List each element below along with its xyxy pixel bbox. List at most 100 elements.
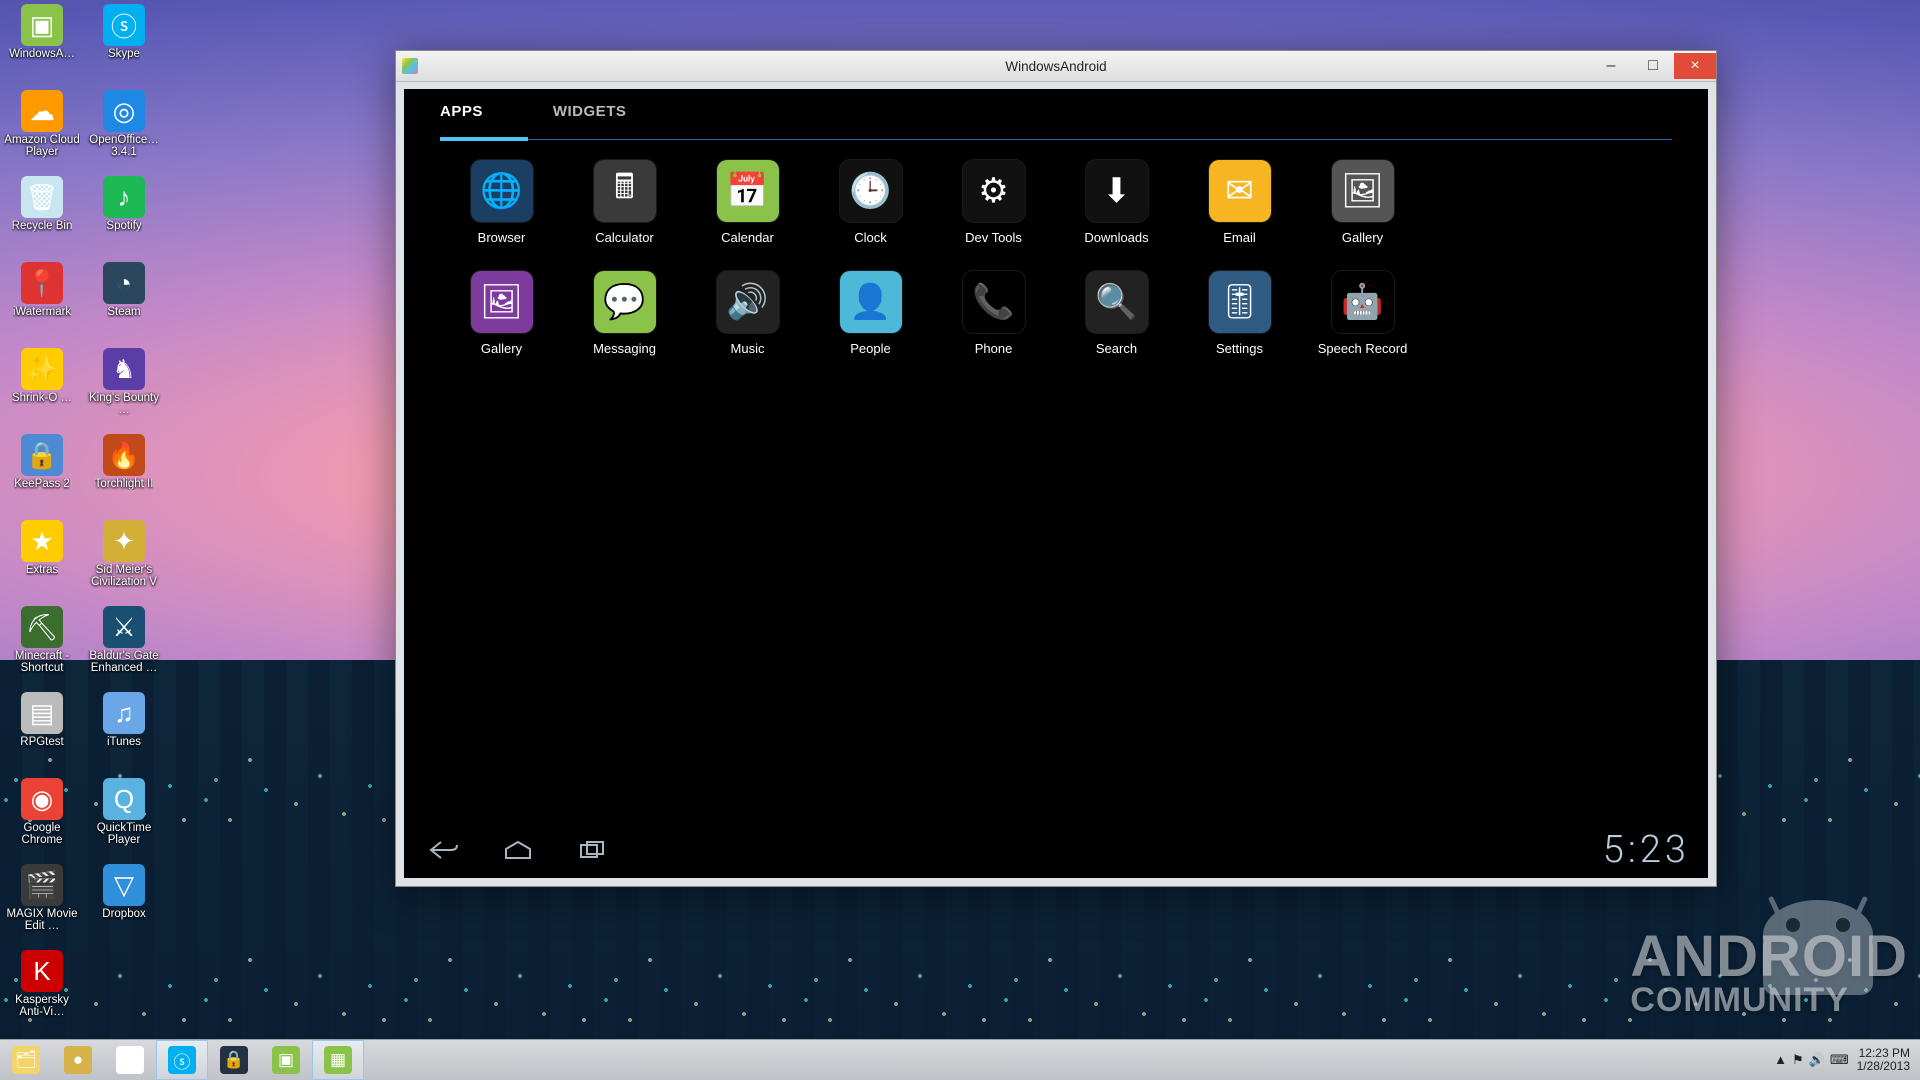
messaging-icon: 💬 <box>594 271 656 333</box>
desktop-itunes-icon[interactable]: ♫iTunes <box>86 692 162 774</box>
desktop-keepass-icon[interactable]: 🔒 KeePass 2 <box>4 434 80 516</box>
app-calendar[interactable]: 📅Calendar <box>686 160 809 245</box>
app-gallery[interactable]: 🖼Gallery <box>1301 160 1424 245</box>
desktop-amazon-cloud-icon[interactable]: ☁Amazon Cloud Player <box>4 90 80 172</box>
desktop-iwatermark-icon[interactable]: 📍iWatermark <box>4 262 80 344</box>
desktop-icon-label: Amazon Cloud Player <box>4 134 80 158</box>
desktop-steam-icon[interactable]: ◔ Steam <box>86 262 162 344</box>
app-devtools[interactable]: ⚙Dev Tools <box>932 160 1055 245</box>
tab-widgets[interactable]: WIDGETS <box>553 103 627 130</box>
desktop-icon-label: Shrink-O … <box>12 392 72 404</box>
desktop-skype-icon[interactable]: ⓢSkype <box>86 4 162 86</box>
steam-icon: ◔ <box>103 262 145 304</box>
desktop-rpgtest-icon[interactable]: ▤RPGtest <box>4 692 80 774</box>
recents-button[interactable] <box>570 832 614 868</box>
people-icon: 👤 <box>840 271 902 333</box>
skype-icon: ⓢ <box>103 4 145 46</box>
desktop-spotify-icon[interactable]: ♪Spotify <box>86 176 162 258</box>
app-music[interactable]: 🔊 Music <box>686 271 809 356</box>
taskbar-buttons: 🗂● ◉ ⓢ🔒▣▦ <box>0 1040 364 1080</box>
desktop-icon-label: Sid Meier's Civilization V <box>86 564 162 588</box>
speech-icon: 🤖 <box>1332 271 1394 333</box>
desktop-kings-bounty-icon[interactable]: ♞King's Bounty … <box>86 348 162 430</box>
desktop-shrinko-icon[interactable]: ✨Shrink-O … <box>4 348 80 430</box>
kaspersky-icon: K <box>21 950 63 992</box>
app-settings[interactable]: 🎚Settings <box>1178 271 1301 356</box>
taskbar[interactable]: 🗂● ◉ ⓢ🔒▣▦ ▲ ⚑ 🔊 ⌨ 12:23 PM 1/28/2013 <box>0 1039 1920 1080</box>
windowsandroid-icon: ▣ <box>21 4 63 46</box>
app-label: Phone <box>975 341 1013 356</box>
desktop-openoffice-icon[interactable]: ◎OpenOffice… 3.4.1 <box>86 90 162 172</box>
browser-icon: 🌐 <box>471 160 533 222</box>
app-speech[interactable]: 🤖Speech Record <box>1301 271 1424 356</box>
torchlight-icon: 🔥 <box>103 434 145 476</box>
app-clock[interactable]: 🕒Clock <box>809 160 932 245</box>
music-icon: 🔊 <box>717 271 779 333</box>
maximize-button[interactable]: □ <box>1632 53 1674 79</box>
desktop-extras-icon[interactable]: ★ Extras <box>4 520 80 602</box>
taskbar-chrome[interactable]: ◉ <box>104 1040 156 1080</box>
civ5-icon: ✦ <box>103 520 145 562</box>
app-label: Search <box>1096 341 1137 356</box>
taskbar-windowsandroid[interactable]: ▦ <box>312 1040 364 1080</box>
titlebar[interactable]: WindowsAndroid – □ × <box>396 51 1716 82</box>
taskbar-skype[interactable]: ⓢ <box>156 1040 208 1080</box>
desktop-windowsandroid-icon[interactable]: ▣WindowsA… <box>4 4 80 86</box>
taskbar-explorer[interactable]: 🗂 <box>0 1040 52 1080</box>
tray-icon-2[interactable]: 🔊 <box>1809 1052 1825 1068</box>
app-search[interactable]: 🔍Search <box>1055 271 1178 356</box>
taskbar-clock[interactable]: 12:23 PM 1/28/2013 <box>1857 1047 1910 1073</box>
desktop-icon-label: Extras <box>26 564 59 576</box>
desktop-icon-label: QuickTime Player <box>86 822 162 846</box>
app-label: Music <box>731 341 765 356</box>
app-email[interactable]: ✉Email <box>1178 160 1301 245</box>
app-gallery2[interactable]: 🖼Gallery <box>440 271 563 356</box>
android-viewport: APPS WIDGETS 🌐Browser🖩Calculator📅Calenda… <box>404 89 1708 878</box>
email-icon: ✉ <box>1209 160 1271 222</box>
system-tray[interactable]: ▲ ⚑ 🔊 ⌨ 12:23 PM 1/28/2013 <box>1764 1047 1920 1073</box>
desktop-icon-label: Steam <box>107 306 140 318</box>
spotify-icon: ♪ <box>103 176 145 218</box>
app-label: People <box>850 341 890 356</box>
home-button[interactable] <box>496 832 540 868</box>
desktop-kaspersky-icon[interactable]: KKaspersky Anti-Vi… <box>4 950 80 1032</box>
app-browser[interactable]: 🌐Browser <box>440 160 563 245</box>
close-button[interactable]: × <box>1674 53 1716 79</box>
chrome-icon: ◉ <box>116 1046 144 1074</box>
desktop-torchlight-icon[interactable]: 🔥Torchlight II <box>86 434 162 516</box>
app-messaging[interactable]: 💬Messaging <box>563 271 686 356</box>
tray-icon-3[interactable]: ⌨ <box>1830 1052 1849 1068</box>
tray-icon-1[interactable]: ⚑ <box>1792 1052 1804 1068</box>
desktop-dropbox-icon[interactable]: ▽Dropbox <box>86 864 162 946</box>
app-people[interactable]: 👤 People <box>809 271 932 356</box>
amazon-cloud-icon: ☁ <box>21 90 63 132</box>
desktop-minecraft-icon[interactable]: ⛏Minecraft - Shortcut <box>4 606 80 688</box>
app-label: Gallery <box>1342 230 1383 245</box>
extras-icon: ★ <box>21 520 63 562</box>
tab-apps[interactable]: APPS <box>440 103 483 130</box>
desktop-icon-label: Recycle Bin <box>12 220 73 232</box>
app-calculator[interactable]: 🖩Calculator <box>563 160 686 245</box>
dropbox-icon: ▽ <box>103 864 145 906</box>
minimize-button[interactable]: – <box>1590 53 1632 79</box>
taskbar-lock-app[interactable]: 🔒 <box>208 1040 260 1080</box>
tray-icon-0[interactable]: ▲ <box>1774 1052 1787 1068</box>
desktop-magix-icon[interactable]: 🎬MAGIX Movie Edit … <box>4 864 80 946</box>
desktop[interactable]: ▣WindowsA…ⓢSkype☁Amazon Cloud Player◎Ope… <box>0 0 1920 1080</box>
desktop-civ5-icon[interactable]: ✦Sid Meier's Civilization V <box>86 520 162 602</box>
taskbar-android[interactable]: ▣ <box>260 1040 312 1080</box>
keepass-icon: 🔒 <box>21 434 63 476</box>
desktop-icon-label: OpenOffice… 3.4.1 <box>86 134 162 158</box>
tab-indicator <box>440 137 528 141</box>
app-downloads[interactable]: ⬇Downloads <box>1055 160 1178 245</box>
desktop-icon-label: KeePass 2 <box>14 478 70 490</box>
back-button[interactable] <box>422 832 466 868</box>
desktop-baldurs-gate-icon[interactable]: ⚔Baldur's Gate Enhanced … <box>86 606 162 688</box>
taskbar-unknown-app[interactable]: ● <box>52 1040 104 1080</box>
desktop-quicktime-icon[interactable]: QQuickTime Player <box>86 778 162 860</box>
desktop-chrome-icon[interactable]: ◉Google Chrome <box>4 778 80 860</box>
app-phone[interactable]: 📞Phone <box>932 271 1055 356</box>
window-title: WindowsAndroid <box>396 59 1716 74</box>
desktop-icon-label: Google Chrome <box>4 822 80 846</box>
desktop-recycle-bin-icon[interactable]: 🗑Recycle Bin <box>4 176 80 258</box>
